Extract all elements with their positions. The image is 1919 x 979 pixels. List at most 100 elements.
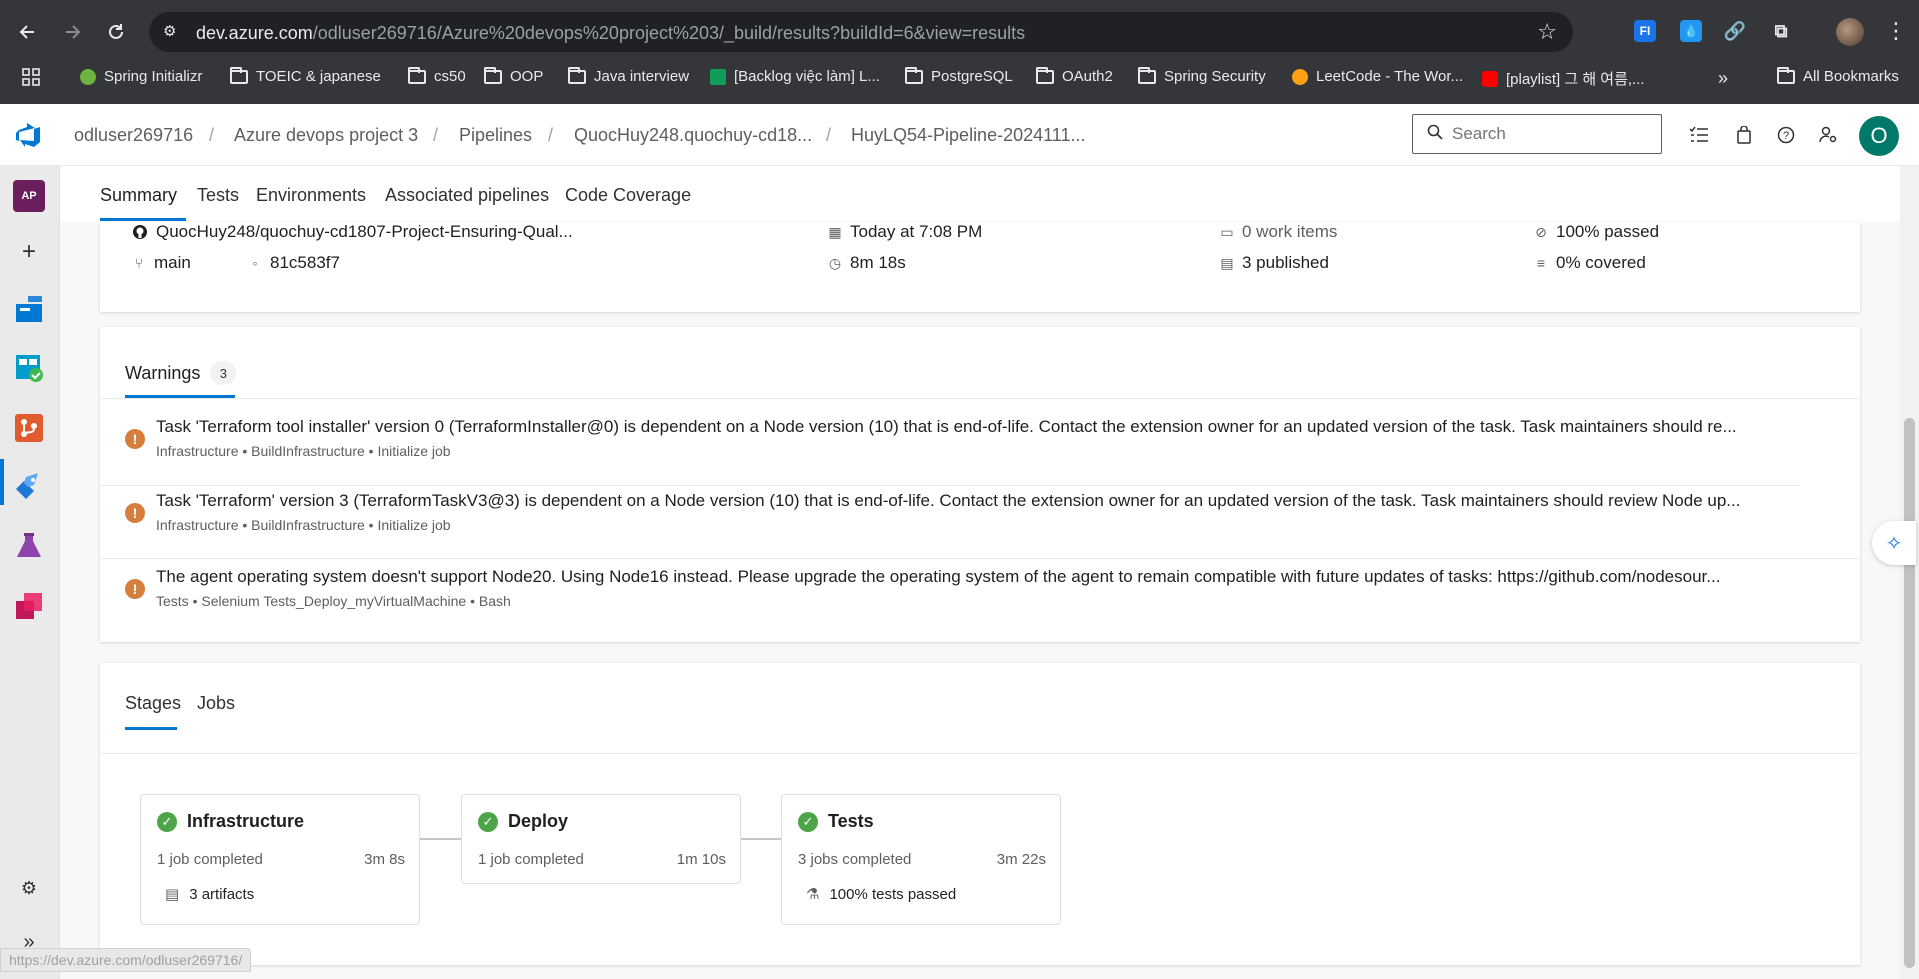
add-icon[interactable]: + xyxy=(13,236,45,268)
stages-card: Stages Jobs ✓ Infrastructure 1 job comple… xyxy=(100,663,1860,965)
warnings-title: Warnings xyxy=(125,362,201,383)
breadcrumb-pipelines[interactable]: Pipelines xyxy=(459,125,532,146)
folder-icon xyxy=(484,66,502,84)
back-button[interactable] xyxy=(8,12,48,52)
extensions-puzzle-icon[interactable]: ⧉ xyxy=(1770,20,1792,42)
boards-icon[interactable] xyxy=(13,352,45,384)
folder-icon xyxy=(905,66,923,84)
bookmark-folder[interactable]: TOEIC & japanese xyxy=(230,66,381,85)
apps-grid-icon[interactable] xyxy=(22,68,40,86)
help-icon[interactable]: ? xyxy=(1775,124,1797,146)
tab-summary[interactable]: Summary xyxy=(100,185,177,206)
commit-hash: 81c583f7 xyxy=(270,253,340,272)
folder-icon xyxy=(408,66,426,84)
tab-stages[interactable]: Stages xyxy=(125,693,181,714)
warning-row[interactable]: ! The agent operating system doesn't sup… xyxy=(100,565,1860,637)
extension-link-icon[interactable]: 🔗 xyxy=(1724,20,1746,42)
commit-icon: ◦ xyxy=(252,255,258,271)
overview-icon[interactable] xyxy=(13,293,45,325)
warning-icon: ! xyxy=(125,503,145,523)
breadcrumb-project[interactable]: Azure devops project 3 xyxy=(234,125,418,146)
project-settings-icon[interactable]: ⚙ xyxy=(13,872,45,904)
pipelines-icon[interactable] xyxy=(13,470,45,502)
bookmark-item[interactable]: LeetCode - The Wor... xyxy=(1292,68,1463,85)
repo-link[interactable]: QuocHuy248/quochuy-cd1807-Project-Ensuri… xyxy=(132,222,573,242)
warnings-header[interactable]: Warnings 3 xyxy=(125,361,237,385)
search-input[interactable] xyxy=(1452,123,1652,145)
work-item-icon: ▭ xyxy=(1220,223,1234,240)
grid-icon xyxy=(22,68,40,86)
warnings-card: Warnings 3 ! Task 'Terraform tool instal… xyxy=(100,327,1860,642)
warning-source: Infrastructure • BuildInfrastructure • I… xyxy=(156,517,451,533)
spring-icon xyxy=(80,68,96,85)
page-scrollbar[interactable] xyxy=(1900,166,1919,979)
artifacts-icon[interactable] xyxy=(13,590,45,622)
bookmark-folder[interactable]: OAuth2 xyxy=(1036,66,1113,85)
bookmark-folder[interactable]: Spring Security xyxy=(1138,66,1266,85)
folder-icon xyxy=(568,66,586,84)
branch-info[interactable]: ⑂ main xyxy=(132,253,191,273)
bookmark-folder[interactable]: PostgreSQL xyxy=(905,66,1013,85)
extension-fi-icon[interactable]: FI xyxy=(1634,20,1656,42)
repos-icon[interactable] xyxy=(13,412,45,444)
warning-row[interactable]: ! Task 'Terraform' version 3 (TerraformT… xyxy=(100,489,1860,561)
bookmark-item[interactable]: Spring Initializr xyxy=(80,68,202,85)
breadcrumb-org[interactable]: odluser269716 xyxy=(74,125,193,146)
bookmark-star-icon[interactable]: ☆ xyxy=(1537,19,1557,45)
stage-tests-link[interactable]: ⚗ 100% tests passed xyxy=(806,885,956,904)
reload-button[interactable] xyxy=(96,12,136,52)
folder-icon xyxy=(230,66,248,84)
coverage-link[interactable]: ≡ 0% covered xyxy=(1534,253,1646,273)
site-info-icon[interactable]: ⚙ xyxy=(163,22,183,42)
forward-button[interactable] xyxy=(52,12,92,52)
tab-jobs[interactable]: Jobs xyxy=(197,693,235,714)
bookmark-item[interactable]: [Backlog việc làm] L... xyxy=(710,68,880,85)
azure-devops-logo-icon[interactable] xyxy=(14,121,42,149)
warnings-count-badge: 3 xyxy=(210,361,237,385)
stage-card-infrastructure[interactable]: ✓ Infrastructure 1 job completed 3m 8s ▤ 3… xyxy=(140,794,420,925)
tab-associated-pipelines[interactable]: Associated pipelines xyxy=(385,185,549,206)
bookmark-folder[interactable]: Java interview xyxy=(568,66,689,85)
bookmark-folder[interactable]: cs50 xyxy=(408,66,466,85)
search-box[interactable] xyxy=(1412,114,1662,154)
browser-profile-avatar[interactable] xyxy=(1836,18,1864,46)
browser-toolbar: ⚙ dev.azure.com/odluser269716/Azure%20de… xyxy=(0,0,1919,104)
browser-menu-icon[interactable]: ⋮ xyxy=(1885,18,1907,44)
user-avatar[interactable]: O xyxy=(1859,116,1899,156)
tab-code-coverage[interactable]: Code Coverage xyxy=(565,185,691,206)
all-bookmarks-folder[interactable]: All Bookmarks xyxy=(1777,66,1899,85)
scrollbar-thumb[interactable] xyxy=(1904,418,1915,968)
marketplace-bag-icon[interactable] xyxy=(1733,124,1755,146)
stage-card-deploy[interactable]: ✓ Deploy 1 job completed 1m 10s xyxy=(461,794,741,884)
left-navigation-rail: AP + ⚙ » xyxy=(0,166,60,979)
work-items-link[interactable]: ▭ 0 work items xyxy=(1220,222,1337,242)
published-artifacts-link[interactable]: ▤ 3 published xyxy=(1220,253,1329,273)
active-indicator xyxy=(0,459,4,505)
warning-message: Task 'Terraform tool installer' version … xyxy=(156,417,1737,436)
sheets-icon xyxy=(710,68,726,85)
breadcrumb-pipeline[interactable]: QuocHuy248.quochuy-cd18... xyxy=(574,125,812,146)
leetcode-icon xyxy=(1292,68,1308,85)
stage-card-tests[interactable]: ✓ Tests 3 jobs completed 3m 22s ⚗ 100% tes… xyxy=(781,794,1061,925)
floating-assistant-icon[interactable]: ✧ xyxy=(1872,521,1916,565)
bookmark-item[interactable]: [playlist] 그 해 여름,... xyxy=(1482,68,1645,89)
bookmark-folder[interactable]: OOP xyxy=(484,66,543,85)
project-avatar[interactable]: AP xyxy=(13,180,45,212)
more-bookmarks-icon[interactable]: » xyxy=(1718,68,1728,89)
address-bar[interactable]: ⚙ dev.azure.com/odluser269716/Azure%20de… xyxy=(149,12,1573,52)
tab-tests[interactable]: Tests xyxy=(197,185,239,206)
user-settings-icon[interactable] xyxy=(1817,124,1839,146)
commit-info[interactable]: ◦ 81c583f7 xyxy=(248,253,340,273)
warning-row[interactable]: ! Task 'Terraform tool installer' versio… xyxy=(100,415,1860,487)
breadcrumb-run[interactable]: HuyLQ54-Pipeline-2024111... xyxy=(851,125,1085,146)
test-plans-icon[interactable] xyxy=(13,530,45,562)
branch-name: main xyxy=(154,253,191,272)
stage-name: ✓ Infrastructure xyxy=(157,811,304,832)
tests-passed-link[interactable]: ⊘ 100% passed xyxy=(1534,222,1659,242)
task-list-icon[interactable] xyxy=(1688,124,1710,146)
stage-jobs-count: 3 jobs completed xyxy=(798,851,912,868)
tab-environments[interactable]: Environments xyxy=(256,185,366,206)
extension-drop-icon[interactable]: 💧 xyxy=(1680,20,1702,42)
stage-artifacts-link[interactable]: ▤ 3 artifacts xyxy=(165,885,254,904)
artifact-box-icon: ▤ xyxy=(1220,254,1234,271)
